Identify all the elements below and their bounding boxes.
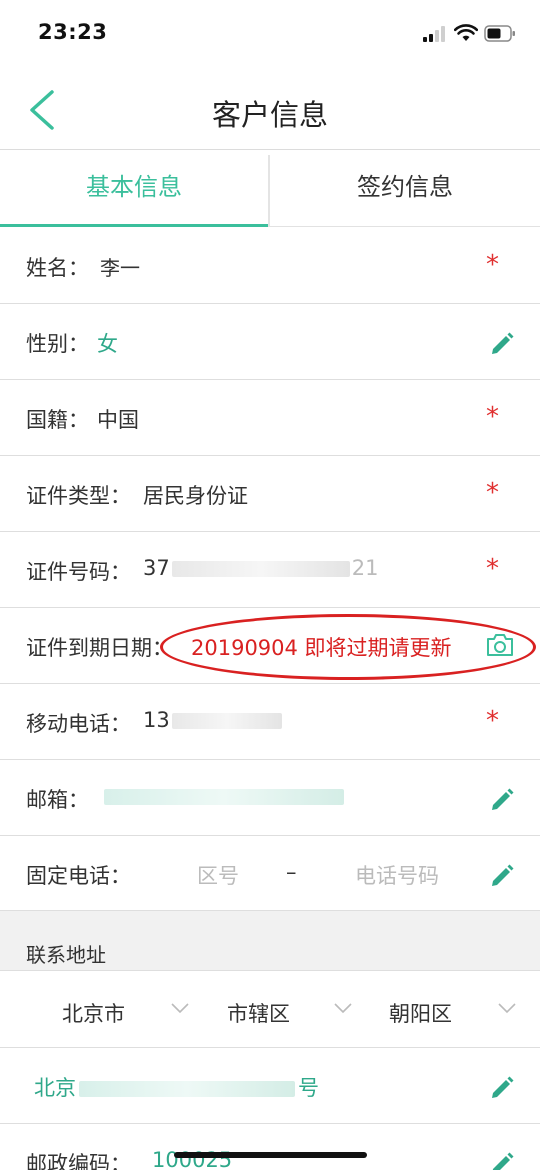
id-number-label: 证件号码： [26, 560, 131, 584]
pencil-icon[interactable] [489, 1150, 516, 1170]
mobile-label: 移动电话： [26, 712, 131, 736]
landline-label: 固定电话： [26, 864, 131, 888]
id-type-label: 证件类型： [26, 484, 131, 508]
region-select-row: 北京市 市辖区 朝阳区 [0, 972, 540, 1048]
chevron-down-icon[interactable] [334, 1002, 352, 1014]
chevron-down-icon[interactable] [171, 1002, 189, 1014]
mobile-value: 13 [143, 708, 282, 732]
mobile-prefix: 13 [143, 708, 170, 732]
status-bar: 23:23 [0, 0, 540, 66]
detail-address-row[interactable]: 北京 号 [0, 1048, 540, 1124]
required-mark: * [486, 706, 499, 736]
pencil-icon[interactable] [489, 786, 516, 813]
landline-row[interactable]: 固定电话： 区号 – 电话号码 [0, 836, 540, 911]
masked-text [171, 713, 282, 729]
masked-text [104, 789, 344, 805]
pencil-icon[interactable] [489, 330, 516, 357]
email-label: 邮箱： [26, 788, 89, 812]
nav-bar: 客户信息 [0, 66, 540, 150]
id-expiry-row[interactable]: 证件到期日期： 20190904 即将过期请更新 [0, 608, 540, 684]
nationality-label: 国籍： [26, 408, 89, 432]
name-row[interactable]: 姓名： 李一 * [0, 228, 540, 304]
status-time: 23:23 [38, 20, 108, 44]
masked-text [171, 561, 350, 577]
signal-icon [423, 26, 449, 42]
detail-address-suffix: 号 [298, 1076, 319, 1100]
postcode-row[interactable]: 邮政编码： 100025 [0, 1124, 540, 1170]
email-value [104, 784, 344, 808]
name-label: 姓名： [26, 256, 89, 280]
tab-contract-info[interactable]: 签约信息 [270, 151, 540, 227]
province-select[interactable]: 北京市 [62, 998, 125, 1028]
district-select[interactable]: 朝阳区 [389, 998, 452, 1028]
gender-row[interactable]: 性别： 女 [0, 304, 540, 380]
nationality-row[interactable]: 国籍： 中国 * [0, 380, 540, 456]
id-number-suffix: 21 [351, 556, 379, 580]
pencil-icon[interactable] [489, 862, 516, 889]
nationality-value: 中国 [97, 408, 139, 432]
detail-address-value: 北京 号 [34, 1072, 319, 1102]
id-type-value: 居民身份证 [143, 484, 248, 508]
phone-number-input[interactable]: 电话号码 [355, 860, 439, 890]
required-mark: * [486, 402, 499, 432]
expiry-warning-text: 20190904 即将过期请更新 [191, 636, 452, 660]
gender-label: 性别： [26, 332, 89, 356]
wifi-icon [454, 24, 478, 41]
name-value: 李一 [100, 256, 140, 280]
id-expiry-label: 证件到期日期： [26, 636, 173, 660]
tab-basic-info[interactable]: 基本信息 [0, 151, 268, 227]
gender-value: 女 [97, 332, 118, 356]
masked-text [79, 1081, 295, 1097]
address-section-title: 联系地址 [26, 943, 106, 967]
tab-bar: 基本信息 签约信息 [0, 151, 540, 227]
id-type-row[interactable]: 证件类型： 居民身份证 * [0, 456, 540, 532]
id-number-value: 37 21 [143, 556, 378, 580]
postcode-label: 邮政编码： [26, 1152, 131, 1170]
camera-icon[interactable] [485, 632, 515, 658]
id-number-prefix: 37 [143, 556, 170, 580]
email-row[interactable]: 邮箱： [0, 760, 540, 836]
home-indicator [174, 1152, 367, 1158]
id-number-row[interactable]: 证件号码： 37 21 * [0, 532, 540, 608]
chevron-down-icon[interactable] [498, 1002, 516, 1014]
address-section-header: 联系地址 [0, 911, 540, 971]
page-title: 客户信息 [211, 98, 328, 132]
city-select[interactable]: 市辖区 [227, 998, 290, 1028]
landline-separator: – [286, 860, 297, 884]
required-mark: * [486, 554, 499, 584]
area-code-input[interactable]: 区号 [197, 860, 239, 890]
pencil-icon[interactable] [489, 1074, 516, 1101]
required-mark: * [486, 478, 499, 508]
mobile-row[interactable]: 移动电话： 13 * [0, 684, 540, 760]
battery-icon [484, 25, 515, 42]
required-mark: * [486, 250, 499, 280]
detail-address-prefix: 北京 [34, 1076, 76, 1100]
